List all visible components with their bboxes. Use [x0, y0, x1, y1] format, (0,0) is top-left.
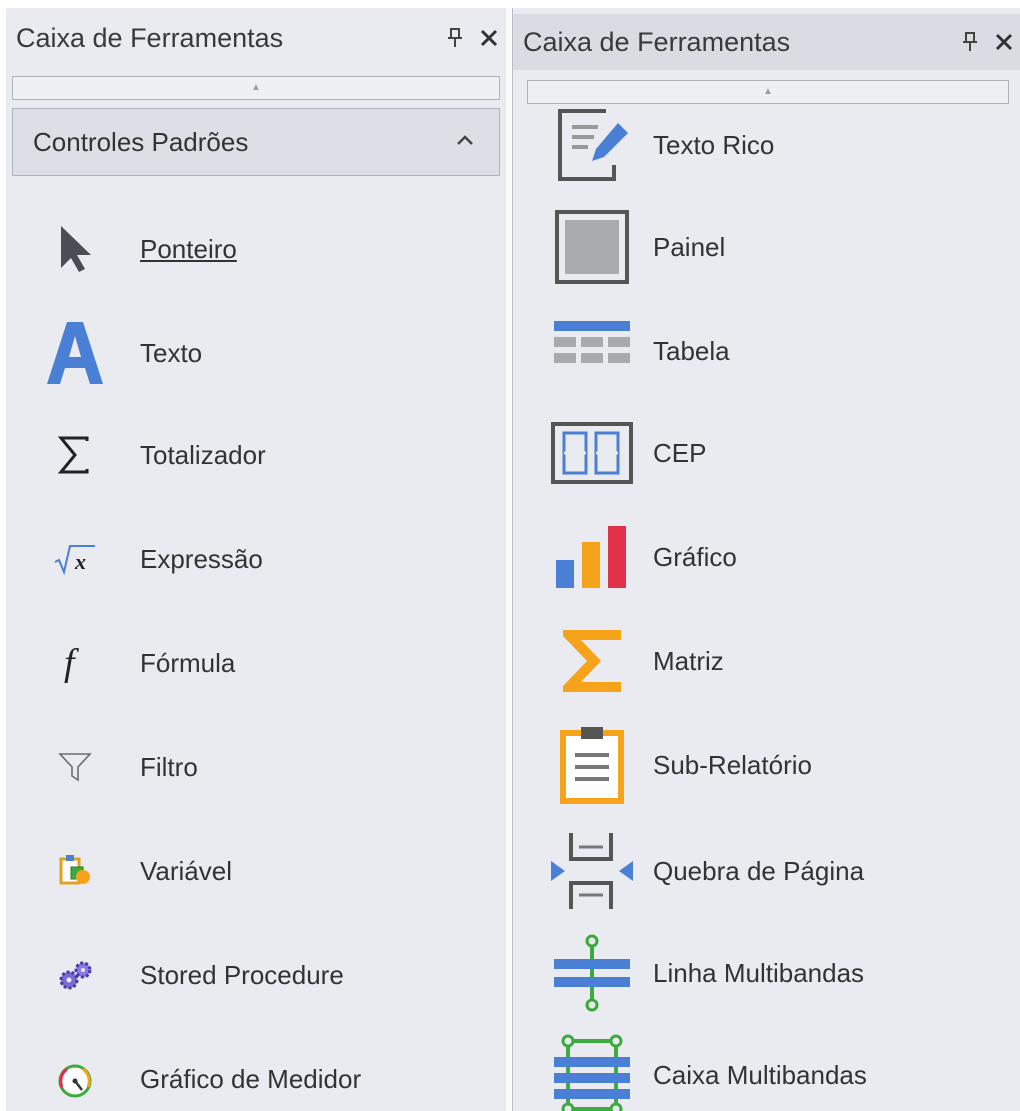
toolbox-item-label: Filtro	[140, 751, 198, 782]
toolbox-item-matriz[interactable]: Matriz	[513, 616, 1020, 706]
toolbox-panel-left: Caixa de Ferramentas ▲ Controles Padrões…	[6, 8, 506, 1111]
toolbox-item-label: Gráfico de Medidor	[140, 1063, 362, 1094]
bar-chart-icon	[547, 514, 637, 600]
toolbox-titlebar: Caixa de Ferramentas	[6, 8, 506, 68]
toolbox-item-linha-multibandas[interactable]: Linha Multibandas	[513, 928, 1020, 1018]
sub-report-clipboard-icon	[547, 722, 637, 808]
toolbox-item-label: Texto	[140, 337, 203, 368]
toolbox-item-grafico[interactable]: Gráfico	[513, 512, 1020, 602]
function-f-icon: f	[30, 623, 120, 703]
toolbox-item-sub-relatorio[interactable]: Sub-Relatório	[513, 720, 1020, 810]
toolbox-item-label: Linha Multibandas	[653, 957, 865, 988]
group-label: Controles Padrões	[33, 126, 249, 157]
toolbox-item-texto[interactable]: Texto	[6, 308, 506, 398]
toolbox-item-formula[interactable]: f Fórmula	[6, 618, 506, 708]
toolbox-item-label: Sub-Relatório	[653, 749, 812, 780]
chevron-up-icon	[455, 133, 499, 152]
toolbox-item-label: Totalizador	[140, 439, 266, 470]
toolbox-item-totalizador[interactable]: Totalizador	[6, 410, 506, 500]
toolbox-item-filtro[interactable]: Filtro	[6, 722, 506, 812]
sigma-icon	[30, 415, 120, 495]
pointer-arrow-icon	[30, 209, 120, 289]
toolbox-item-label: Variável	[140, 855, 233, 886]
toolbox-item-tabela[interactable]: Tabela	[513, 306, 1020, 396]
rich-text-icon	[547, 102, 637, 188]
sqrt-x-icon: x	[30, 519, 120, 599]
toolbox-item-label: Caixa Multibandas	[653, 1059, 867, 1090]
gauge-icon	[30, 1039, 120, 1111]
scroll-up-arrow-icon: ▲	[251, 82, 261, 93]
close-icon	[995, 33, 1013, 51]
toolbox-item-cep[interactable]: CEP	[513, 408, 1020, 498]
toolbox-item-expressao[interactable]: x Expressão	[6, 514, 506, 604]
toolbox-item-label: Expressão	[140, 543, 263, 574]
page-break-icon	[547, 828, 637, 914]
text-a-icon	[30, 313, 120, 393]
svg-text:x: x	[74, 549, 86, 574]
toolbox-item-label: Texto Rico	[653, 129, 775, 160]
toolbox-item-grafico-de-medidor[interactable]: Gráfico de Medidor	[6, 1034, 506, 1111]
toolbox-item-label: Tabela	[653, 335, 730, 366]
filter-funnel-icon	[30, 727, 120, 807]
pin-icon	[963, 32, 977, 51]
toolbox-item-label: Painel	[653, 231, 726, 262]
svg-text:f: f	[64, 642, 79, 684]
group-header-controles-padroes[interactable]: Controles Padrões	[12, 108, 500, 176]
toolbox-title: Caixa de Ferramentas	[523, 26, 791, 57]
toolbox-titlebar: Caixa de Ferramentas	[513, 14, 1020, 70]
toolbox-item-texto-rico[interactable]: Texto Rico	[513, 100, 1020, 190]
toolbox-item-label: Stored Procedure	[140, 959, 344, 990]
toolbox-item-label: Ponteiro	[140, 233, 237, 264]
toolbox-panel-right: Caixa de Ferramentas ▲ Texto Rico Painel…	[512, 8, 1020, 1111]
toolbox-item-label: Matriz	[653, 645, 724, 676]
stored-procedure-gear-icon	[30, 935, 120, 1015]
table-icon	[547, 308, 637, 394]
toolbox-item-label: Gráfico	[653, 541, 737, 572]
multiband-line-icon	[547, 930, 637, 1016]
panel-icon	[547, 204, 637, 290]
scroll-up-arrow-icon: ▲	[763, 86, 773, 97]
multiband-box-icon	[547, 1032, 637, 1111]
toolbox-item-painel[interactable]: Painel	[513, 202, 1020, 292]
scroll-up-button[interactable]: ▲	[12, 76, 500, 100]
pin-button[interactable]	[953, 22, 987, 62]
toolbox-title: Caixa de Ferramentas	[16, 22, 284, 53]
toolbox-item-label: Quebra de Página	[653, 855, 865, 886]
matrix-sigma-icon	[547, 618, 637, 704]
toolbox-item-caixa-multibandas[interactable]: Caixa Multibandas	[513, 1030, 1020, 1111]
toolbox-item-label: Fórmula	[140, 647, 236, 678]
toolbox-item-quebra-de-pagina[interactable]: Quebra de Página	[513, 826, 1020, 916]
pin-button[interactable]	[438, 18, 472, 58]
toolbox-item-variavel[interactable]: Variável	[6, 826, 506, 916]
zip-code-icon	[547, 410, 637, 496]
toolbox-item-label: CEP	[653, 437, 707, 468]
toolbox-item-stored-procedure[interactable]: Stored Procedure	[6, 930, 506, 1020]
close-icon	[480, 29, 498, 47]
variable-icon	[30, 831, 120, 911]
close-button[interactable]	[472, 18, 506, 58]
pin-icon	[448, 28, 462, 47]
toolbox-item-ponteiro[interactable]: Ponteiro	[6, 204, 506, 294]
close-button[interactable]	[987, 22, 1020, 62]
